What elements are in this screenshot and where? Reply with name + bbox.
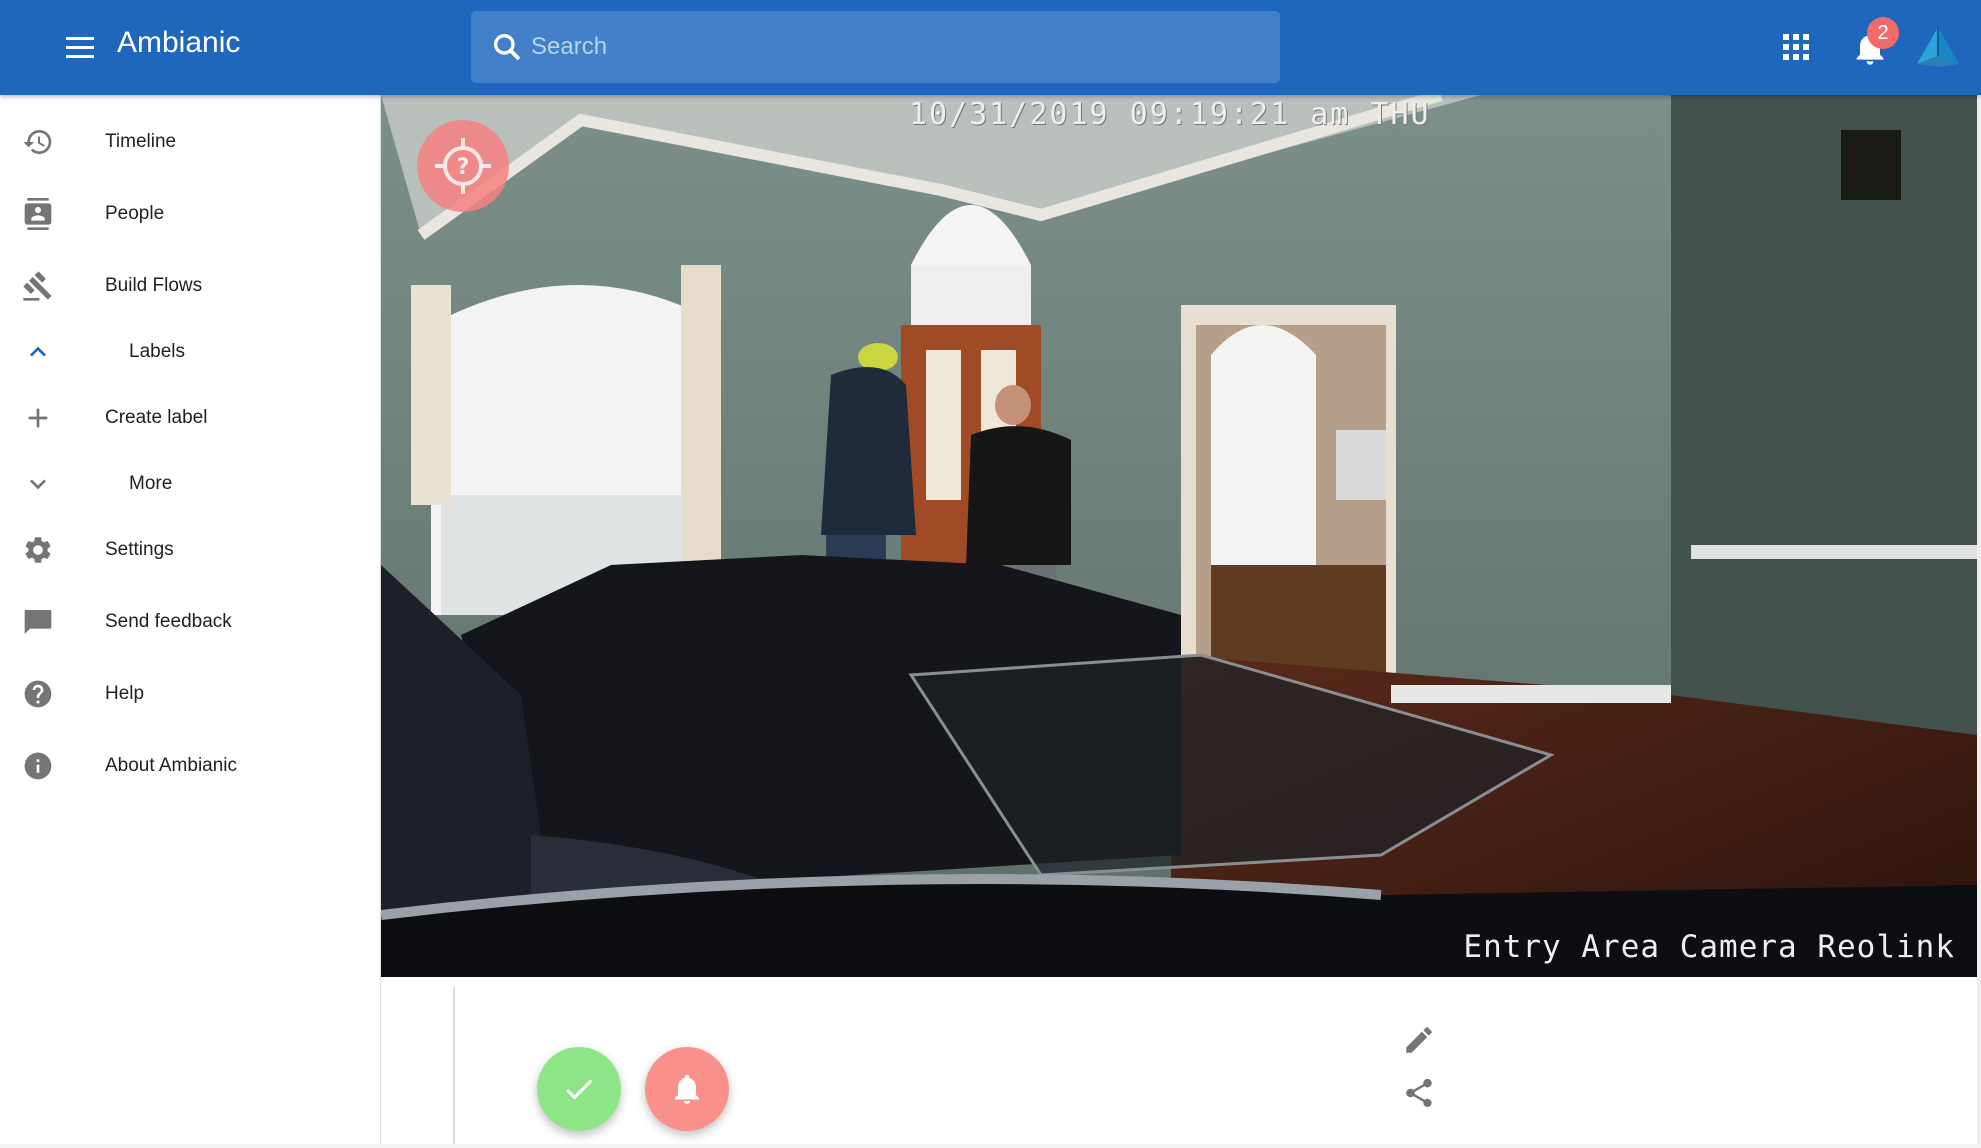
sidebar-item-label: People — [105, 203, 165, 224]
app-root: Ambianic 2 Timeline People — [0, 0, 1981, 1148]
sidebar-item-label: Help — [105, 683, 145, 704]
sidebar-item-label: Send feedback — [105, 611, 232, 632]
bell-icon — [675, 1074, 699, 1104]
share-icon[interactable] — [1402, 1076, 1436, 1110]
sidebar-item-build-flows[interactable]: Build Flows — [0, 256, 380, 316]
sidebar-item-send-feedback[interactable]: Send feedback — [0, 592, 380, 652]
sidebar-item-people[interactable]: People — [0, 184, 380, 244]
search-icon — [494, 34, 521, 61]
sidebar-item-label: More — [129, 473, 173, 494]
menu-button[interactable] — [60, 28, 100, 68]
sidebar-item-settings[interactable]: Settings — [0, 520, 380, 580]
plus-icon — [28, 408, 48, 428]
gear-icon — [25, 537, 51, 563]
menu-icon-bar — [66, 55, 94, 58]
top-app-bar: Ambianic 2 — [0, 0, 1981, 95]
svg-text:?: ? — [457, 155, 470, 180]
sidebar-item-help[interactable]: Help — [0, 664, 380, 724]
sidebar-item-timeline[interactable]: Timeline — [0, 112, 380, 172]
event-card: 10/31/2019 09:19:21 am THU Entry Area Ca… — [381, 95, 1977, 1148]
check-icon — [566, 1079, 593, 1100]
camera-image — [381, 95, 1977, 977]
help-icon — [24, 680, 52, 708]
camera-snapshot[interactable]: 10/31/2019 09:19:21 am THU Entry Area Ca… — [381, 95, 1977, 977]
timestamp-overlay: 10/31/2019 09:19:21 am THU — [909, 97, 1431, 132]
menu-icon-bar — [66, 46, 94, 49]
timeline-connector — [453, 987, 455, 1148]
pencil-icon[interactable] — [1402, 1023, 1436, 1057]
apps-grid-icon[interactable] — [1783, 34, 1809, 60]
feedback-icon — [24, 610, 52, 634]
event-actions-area — [381, 977, 1977, 1148]
sidebar-item-label: Settings — [105, 539, 174, 560]
info-icon — [24, 752, 52, 780]
notification-count-badge: 2 — [1867, 17, 1899, 49]
sidebar-item-more[interactable]: More — [0, 454, 380, 514]
detection-type-badge[interactable]: ? — [417, 120, 509, 212]
ambianic-logo-icon[interactable] — [1915, 26, 1961, 68]
menu-icon — [66, 37, 94, 40]
sidebar-item-about[interactable]: About Ambianic — [0, 736, 380, 796]
page-bottom-edge — [0, 1144, 1981, 1148]
app-title: Ambianic — [117, 26, 241, 59]
gavel-icon — [23, 271, 52, 301]
chevron-down-icon — [30, 479, 46, 490]
sidebar-item-create-label[interactable]: Create label — [0, 388, 380, 448]
chevron-up-icon — [30, 346, 46, 357]
alert-button[interactable] — [645, 1047, 729, 1131]
sidebar-item-label: Timeline — [105, 131, 177, 152]
history-icon — [23, 130, 52, 155]
search-box[interactable] — [471, 11, 1280, 83]
sidebar-item-labels[interactable]: Labels — [0, 322, 380, 382]
sidebar-item-label: Labels — [129, 341, 185, 362]
acknowledge-button[interactable] — [537, 1047, 621, 1131]
search-input[interactable] — [531, 11, 1251, 83]
navigation-drawer: Timeline People Build Flows Labels Creat… — [0, 95, 381, 1148]
scrollbar[interactable] — [1977, 95, 1981, 1148]
sidebar-item-label: Build Flows — [105, 275, 203, 296]
unknown-object-icon: ? — [435, 138, 491, 194]
sidebar-item-label: Create label — [105, 407, 208, 428]
contacts-icon — [24, 198, 52, 230]
sidebar-item-label: About Ambianic — [105, 755, 238, 776]
camera-name-overlay: Entry Area Camera Reolink — [1463, 929, 1955, 965]
